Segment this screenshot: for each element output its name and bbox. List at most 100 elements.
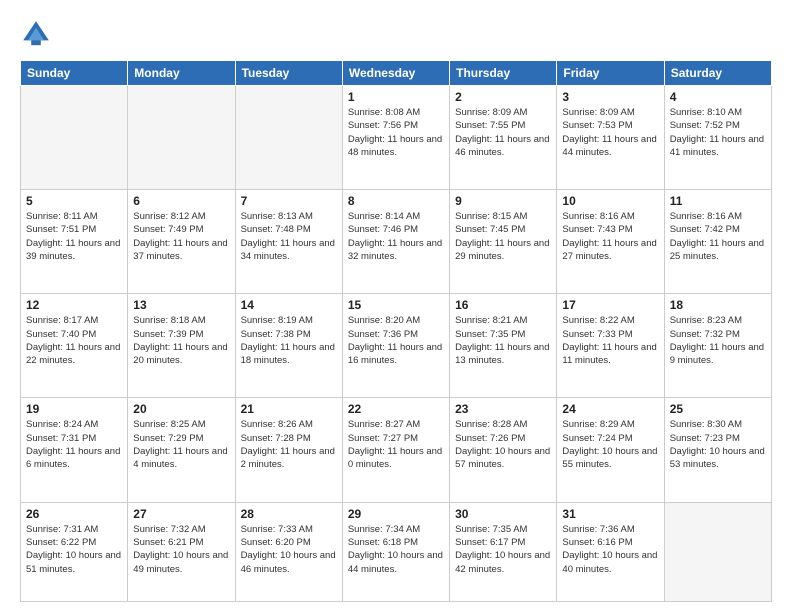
- calendar-cell: 23 Sunrise: 8:28 AM Sunset: 7:26 PM Dayli…: [450, 398, 557, 502]
- day-number: 13: [133, 298, 229, 312]
- day-number: 5: [26, 194, 122, 208]
- day-number: 31: [562, 507, 658, 521]
- calendar-cell: 19 Sunrise: 8:24 AM Sunset: 7:31 PM Dayli…: [21, 398, 128, 502]
- calendar-cell: 12 Sunrise: 8:17 AM Sunset: 7:40 PM Dayli…: [21, 294, 128, 398]
- calendar-cell: 13Sunrise: 8:18 AM Sunset: 7:39 PM Dayli…: [128, 294, 235, 398]
- day-number: 14: [241, 298, 337, 312]
- calendar-cell: [235, 86, 342, 190]
- calendar-cell: 26 Sunrise: 7:31 AM Sunset: 6:22 PM Dayli…: [21, 502, 128, 601]
- calendar-cell: 11Sunrise: 8:16 AM Sunset: 7:42 PM Dayli…: [664, 190, 771, 294]
- day-info: Sunrise: 8:30 AM Sunset: 7:23 PM Dayligh…: [670, 418, 766, 471]
- calendar-cell: 20 Sunrise: 8:25 AM Sunset: 7:29 PM Dayli…: [128, 398, 235, 502]
- calendar-week-4: 19 Sunrise: 8:24 AM Sunset: 7:31 PM Dayli…: [21, 398, 772, 502]
- calendar-cell: 9 Sunrise: 8:15 AM Sunset: 7:45 PM Daylig…: [450, 190, 557, 294]
- calendar-week-5: 26 Sunrise: 7:31 AM Sunset: 6:22 PM Dayli…: [21, 502, 772, 601]
- day-info: Sunrise: 7:31 AM Sunset: 6:22 PM Dayligh…: [26, 523, 122, 576]
- day-number: 11: [670, 194, 766, 208]
- day-number: 20: [133, 402, 229, 416]
- day-number: 15: [348, 298, 444, 312]
- day-info: Sunrise: 8:28 AM Sunset: 7:26 PM Dayligh…: [455, 418, 551, 471]
- calendar-header-monday: Monday: [128, 61, 235, 86]
- calendar-cell: 4 Sunrise: 8:10 AM Sunset: 7:52 PM Daylig…: [664, 86, 771, 190]
- calendar-cell: 24 Sunrise: 8:29 AM Sunset: 7:24 PM Dayli…: [557, 398, 664, 502]
- day-info: Sunrise: 8:15 AM Sunset: 7:45 PM Dayligh…: [455, 210, 551, 263]
- day-number: 25: [670, 402, 766, 416]
- day-info: Sunrise: 8:10 AM Sunset: 7:52 PM Dayligh…: [670, 106, 766, 159]
- calendar-cell: 21 Sunrise: 8:26 AM Sunset: 7:28 PM Dayli…: [235, 398, 342, 502]
- day-info: Sunrise: 8:22 AM Sunset: 7:33 PM Dayligh…: [562, 314, 658, 367]
- calendar-cell: [21, 86, 128, 190]
- day-info: Sunrise: 8:29 AM Sunset: 7:24 PM Dayligh…: [562, 418, 658, 471]
- day-number: 29: [348, 507, 444, 521]
- logo-icon: [20, 18, 52, 50]
- day-info: Sunrise: 8:16 AM Sunset: 7:43 PM Dayligh…: [562, 210, 658, 263]
- calendar-cell: 22Sunrise: 8:27 AM Sunset: 7:27 PM Dayli…: [342, 398, 449, 502]
- day-number: 26: [26, 507, 122, 521]
- calendar-cell: 8 Sunrise: 8:14 AM Sunset: 7:46 PM Daylig…: [342, 190, 449, 294]
- day-number: 4: [670, 90, 766, 104]
- day-number: 23: [455, 402, 551, 416]
- page: SundayMondayTuesdayWednesdayThursdayFrid…: [0, 0, 792, 612]
- day-number: 2: [455, 90, 551, 104]
- day-info: Sunrise: 7:34 AM Sunset: 6:18 PM Dayligh…: [348, 523, 444, 576]
- calendar-week-2: 5 Sunrise: 8:11 AM Sunset: 7:51 PM Daylig…: [21, 190, 772, 294]
- calendar-cell: 18 Sunrise: 8:23 AM Sunset: 7:32 PM Dayli…: [664, 294, 771, 398]
- logo: [20, 18, 56, 50]
- day-info: Sunrise: 8:19 AM Sunset: 7:38 PM Dayligh…: [241, 314, 337, 367]
- day-number: 19: [26, 402, 122, 416]
- calendar-cell: 10 Sunrise: 8:16 AM Sunset: 7:43 PM Dayli…: [557, 190, 664, 294]
- day-info: Sunrise: 8:11 AM Sunset: 7:51 PM Dayligh…: [26, 210, 122, 263]
- day-info: Sunrise: 8:08 AM Sunset: 7:56 PM Dayligh…: [348, 106, 444, 159]
- day-info: Sunrise: 8:14 AM Sunset: 7:46 PM Dayligh…: [348, 210, 444, 263]
- calendar-cell: 27 Sunrise: 7:32 AM Sunset: 6:21 PM Dayli…: [128, 502, 235, 601]
- calendar-cell: [664, 502, 771, 601]
- day-info: Sunrise: 8:23 AM Sunset: 7:32 PM Dayligh…: [670, 314, 766, 367]
- day-info: Sunrise: 8:20 AM Sunset: 7:36 PM Dayligh…: [348, 314, 444, 367]
- day-info: Sunrise: 8:13 AM Sunset: 7:48 PM Dayligh…: [241, 210, 337, 263]
- calendar-table: SundayMondayTuesdayWednesdayThursdayFrid…: [20, 60, 772, 602]
- calendar-week-3: 12 Sunrise: 8:17 AM Sunset: 7:40 PM Dayli…: [21, 294, 772, 398]
- calendar-header-sunday: Sunday: [21, 61, 128, 86]
- day-info: Sunrise: 8:21 AM Sunset: 7:35 PM Dayligh…: [455, 314, 551, 367]
- calendar-header-wednesday: Wednesday: [342, 61, 449, 86]
- calendar-cell: 15 Sunrise: 8:20 AM Sunset: 7:36 PM Dayli…: [342, 294, 449, 398]
- day-number: 16: [455, 298, 551, 312]
- calendar-cell: 2Sunrise: 8:09 AM Sunset: 7:55 PM Daylig…: [450, 86, 557, 190]
- header: [20, 18, 772, 50]
- calendar-header-thursday: Thursday: [450, 61, 557, 86]
- day-number: 18: [670, 298, 766, 312]
- calendar-cell: 25 Sunrise: 8:30 AM Sunset: 7:23 PM Dayli…: [664, 398, 771, 502]
- day-info: Sunrise: 8:09 AM Sunset: 7:53 PM Dayligh…: [562, 106, 658, 159]
- day-info: Sunrise: 8:26 AM Sunset: 7:28 PM Dayligh…: [241, 418, 337, 471]
- day-number: 24: [562, 402, 658, 416]
- calendar-cell: 28Sunrise: 7:33 AM Sunset: 6:20 PM Dayli…: [235, 502, 342, 601]
- calendar-cell: 5 Sunrise: 8:11 AM Sunset: 7:51 PM Daylig…: [21, 190, 128, 294]
- day-info: Sunrise: 8:24 AM Sunset: 7:31 PM Dayligh…: [26, 418, 122, 471]
- day-number: 8: [348, 194, 444, 208]
- calendar-cell: 17 Sunrise: 8:22 AM Sunset: 7:33 PM Dayli…: [557, 294, 664, 398]
- day-number: 9: [455, 194, 551, 208]
- calendar-week-1: 1 Sunrise: 8:08 AM Sunset: 7:56 PM Daylig…: [21, 86, 772, 190]
- calendar-cell: 3 Sunrise: 8:09 AM Sunset: 7:53 PM Daylig…: [557, 86, 664, 190]
- day-info: Sunrise: 8:25 AM Sunset: 7:29 PM Dayligh…: [133, 418, 229, 471]
- day-number: 17: [562, 298, 658, 312]
- calendar-header-row: SundayMondayTuesdayWednesdayThursdayFrid…: [21, 61, 772, 86]
- calendar-header-tuesday: Tuesday: [235, 61, 342, 86]
- day-info: Sunrise: 7:32 AM Sunset: 6:21 PM Dayligh…: [133, 523, 229, 576]
- day-number: 12: [26, 298, 122, 312]
- day-info: Sunrise: 8:12 AM Sunset: 7:49 PM Dayligh…: [133, 210, 229, 263]
- day-number: 30: [455, 507, 551, 521]
- day-number: 1: [348, 90, 444, 104]
- day-number: 27: [133, 507, 229, 521]
- calendar-cell: [128, 86, 235, 190]
- day-info: Sunrise: 8:17 AM Sunset: 7:40 PM Dayligh…: [26, 314, 122, 367]
- day-number: 10: [562, 194, 658, 208]
- calendar-cell: 29 Sunrise: 7:34 AM Sunset: 6:18 PM Dayli…: [342, 502, 449, 601]
- day-info: Sunrise: 7:33 AM Sunset: 6:20 PM Dayligh…: [241, 523, 337, 576]
- day-number: 3: [562, 90, 658, 104]
- day-number: 21: [241, 402, 337, 416]
- calendar-cell: 6Sunrise: 8:12 AM Sunset: 7:49 PM Daylig…: [128, 190, 235, 294]
- day-number: 22: [348, 402, 444, 416]
- day-number: 7: [241, 194, 337, 208]
- calendar-header-friday: Friday: [557, 61, 664, 86]
